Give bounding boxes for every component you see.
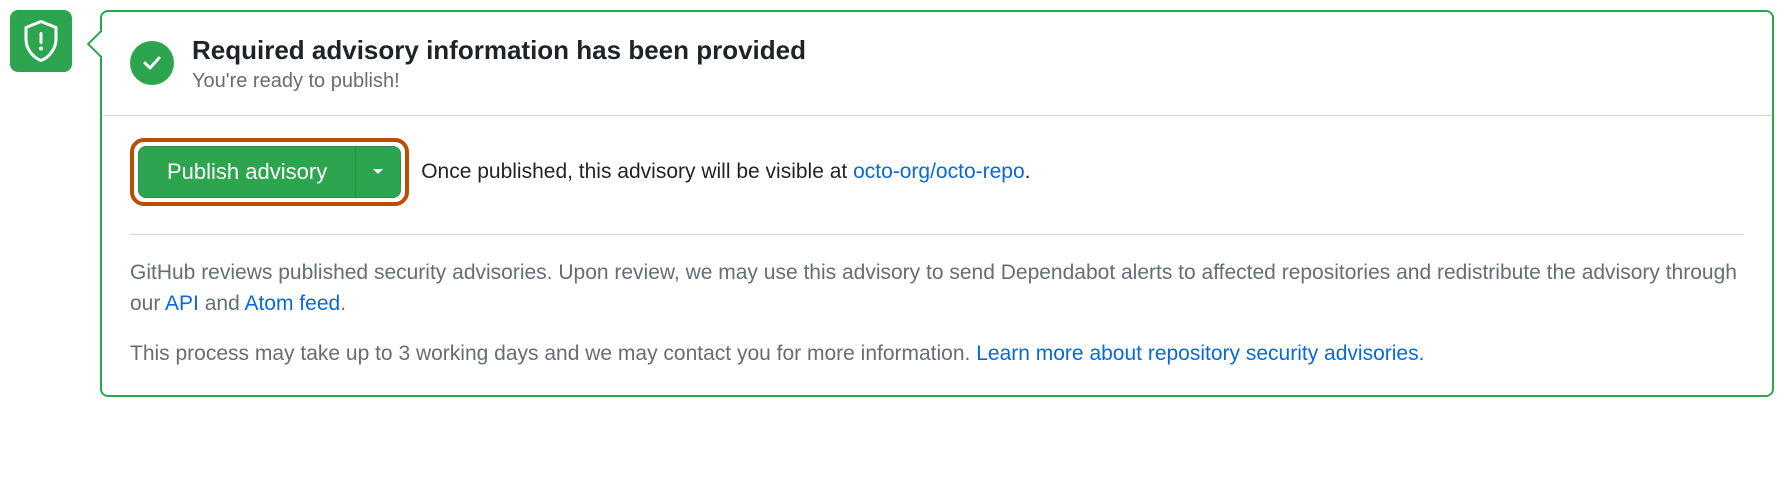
review-info-text: GitHub reviews published security adviso… bbox=[130, 257, 1744, 320]
status-title: Required advisory information has been p… bbox=[192, 34, 806, 68]
publish-description: Once published, this advisory will be vi… bbox=[421, 160, 1030, 184]
publish-desc-prefix: Once published, this advisory will be vi… bbox=[421, 160, 853, 183]
info1-part3: . bbox=[340, 292, 346, 315]
info1-part2: and bbox=[199, 292, 245, 315]
highlight-outline: Publish advisory bbox=[130, 138, 409, 206]
process-info-text: This process may take up to 3 working da… bbox=[130, 338, 1744, 370]
status-subtitle: You're ready to publish! bbox=[192, 70, 806, 93]
info1-part1: GitHub reviews published security adviso… bbox=[130, 261, 1737, 316]
publish-dropdown-button[interactable] bbox=[355, 146, 401, 198]
info2-part1: This process may take up to 3 working da… bbox=[130, 342, 976, 365]
repo-link[interactable]: octo-org/octo-repo bbox=[853, 160, 1025, 183]
learn-more-link[interactable]: Learn more about repository security adv… bbox=[976, 342, 1424, 365]
publish-desc-suffix: . bbox=[1025, 160, 1031, 183]
check-circle-icon bbox=[130, 41, 174, 85]
atom-feed-link[interactable]: Atom feed bbox=[244, 292, 340, 315]
api-link[interactable]: API bbox=[165, 292, 199, 315]
advisory-status-card: Required advisory information has been p… bbox=[100, 10, 1774, 397]
publish-advisory-button[interactable]: Publish advisory bbox=[138, 146, 355, 198]
card-header: Required advisory information has been p… bbox=[102, 12, 1772, 116]
publish-row: Publish advisory Once published, this ad… bbox=[130, 138, 1744, 235]
shield-alert-icon bbox=[10, 10, 72, 72]
caret-down-icon bbox=[372, 168, 384, 176]
